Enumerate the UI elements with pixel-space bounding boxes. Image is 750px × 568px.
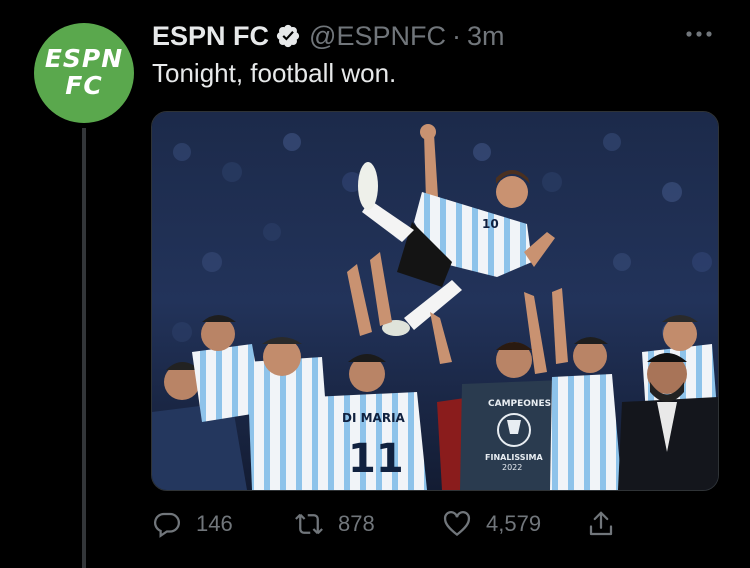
tshirt-top-text: CAMPEONES — [488, 399, 551, 409]
like-count: 4,579 — [486, 511, 542, 536]
reply-icon — [154, 512, 180, 538]
tweet-header: ESPN FC @ESPNFC · 3m — [152, 18, 504, 54]
tshirt-bottom-text: FINALISSIMA — [485, 453, 544, 462]
avatar-logo-line2: FC — [65, 71, 103, 100]
reply-count: 146 — [196, 511, 233, 536]
shirt-name: DI MARIA — [342, 411, 406, 425]
celebration-photo: 10 DI MARIA 11 CAMPEONES FINALISSIMA 202… — [152, 112, 718, 490]
tweet-text: Tonight, football won. — [152, 58, 397, 88]
thread-line — [82, 128, 86, 568]
heart-icon — [443, 511, 471, 537]
retweet-count: 878 — [338, 511, 375, 536]
share-button[interactable] — [586, 504, 630, 544]
handle[interactable]: @ESPNFC — [309, 21, 446, 52]
tweet-photo[interactable]: 10 DI MARIA 11 CAMPEONES FINALISSIMA 202… — [151, 111, 719, 491]
tshirt-year-text: 2022 — [502, 463, 522, 472]
shirt-number: 11 — [348, 436, 404, 482]
avatar[interactable]: ESPN FC — [34, 23, 134, 123]
hoisted-number: 10 — [482, 217, 499, 231]
separator-dot: · — [451, 20, 461, 51]
retweet-icon — [295, 513, 323, 535]
reply-button[interactable]: 146 — [152, 504, 233, 544]
avatar-logo-line1: ESPN — [44, 44, 124, 73]
timestamp[interactable]: 3m — [467, 21, 505, 52]
share-icon — [589, 511, 613, 536]
like-button[interactable]: 4,579 — [442, 504, 541, 544]
tweet: ESPN FC ESPN FC @ESPNFC · 3m Tonight, fo… — [0, 0, 750, 568]
verified-badge-icon — [276, 24, 300, 48]
tweet-actions: 146 878 4,579 — [152, 504, 632, 544]
retweet-button[interactable]: 878 — [294, 504, 375, 544]
more-options-icon[interactable] — [684, 24, 714, 44]
display-name[interactable]: ESPN FC — [152, 21, 269, 52]
